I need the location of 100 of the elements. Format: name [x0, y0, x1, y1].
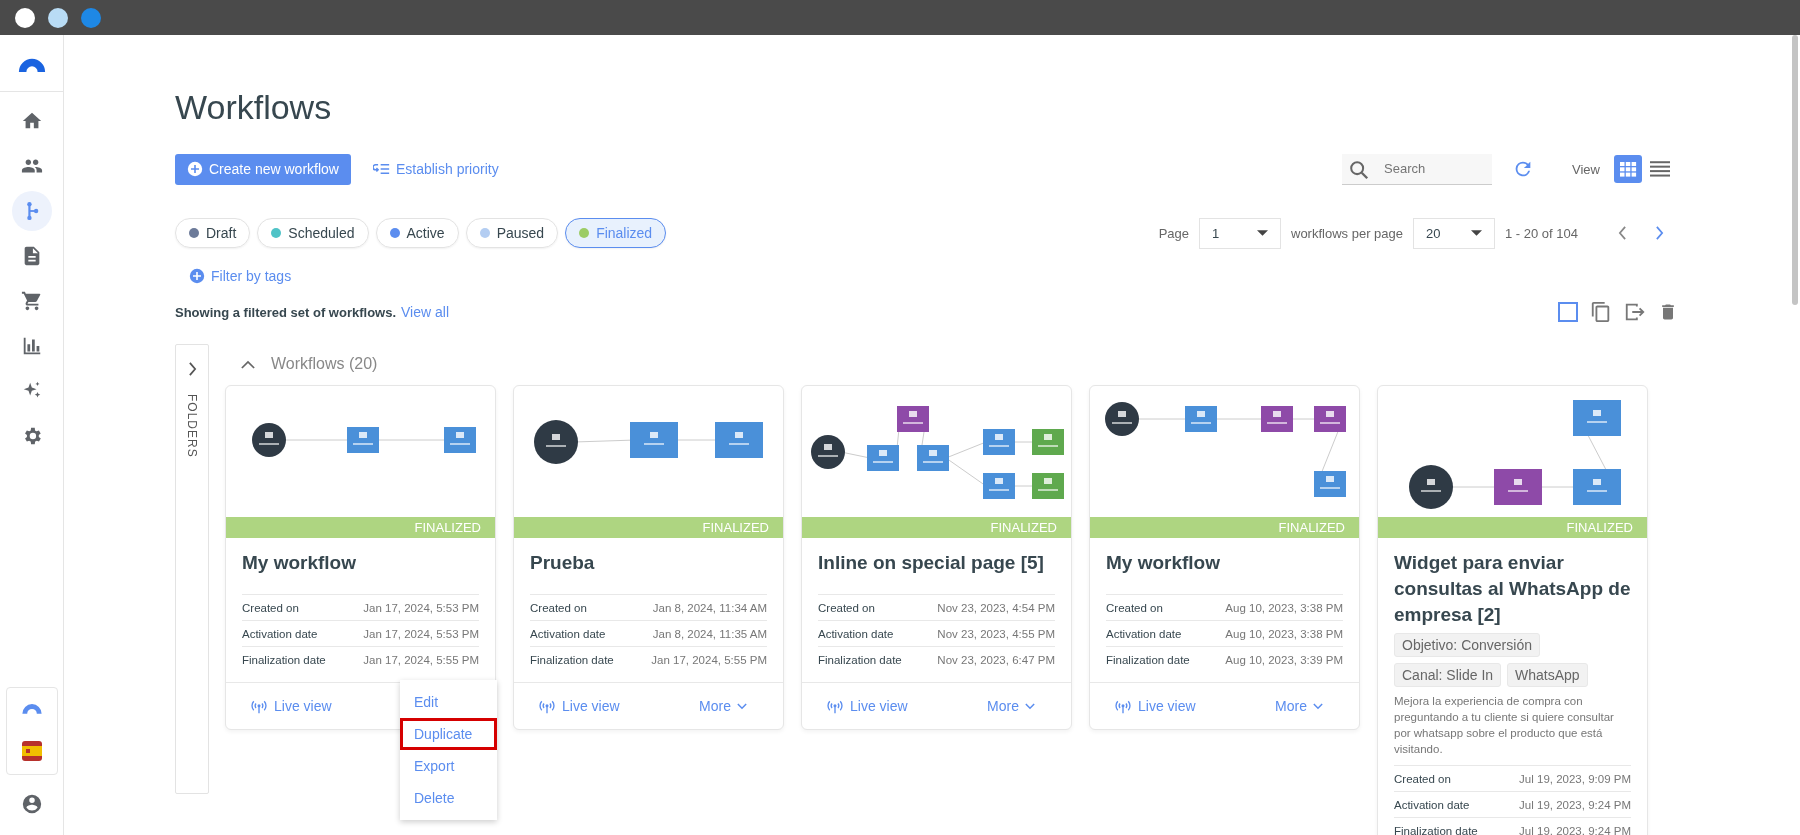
date-value: Nov 23, 2023, 4:54 PM [937, 601, 1055, 614]
date-label: Activation date [242, 627, 318, 640]
live-view-link[interactable]: Live view [1114, 698, 1196, 714]
next-page-icon[interactable] [1655, 226, 1664, 240]
live-view-link[interactable]: Live view [826, 698, 908, 714]
broadcast-icon [250, 698, 268, 714]
select-all-checkbox[interactable] [1558, 302, 1578, 322]
export-icon[interactable] [1624, 301, 1646, 323]
chevron-down-icon [1313, 702, 1323, 710]
broadcast-icon [1114, 698, 1132, 714]
date-label: Activation date [1394, 798, 1470, 811]
search-icon [1348, 158, 1371, 181]
status-label: FINALIZED [1278, 520, 1345, 535]
page-select[interactable]: 1 [1199, 217, 1281, 249]
previous-page-icon[interactable] [1618, 226, 1627, 240]
workflow-title: My workflow [1106, 551, 1221, 575]
date-label: Finalization date [1394, 824, 1478, 835]
page-range: 1 - 20 of 104 [1505, 225, 1578, 241]
workflow-card[interactable]: FINALIZED Prueba Created on Jan 8, 2024, 11:34 AM Activation date Jan 8, 2024, 11:35 AM Finalization date Jan 17, 2024, 5:55 PM Live view More [513, 385, 784, 730]
caret-icon [1257, 230, 1268, 236]
per-page-label: workflows per page [1291, 225, 1403, 241]
menu-item[interactable]: Duplicate [400, 718, 497, 750]
date-value: Jul 19, 2023, 9:09 PM [1519, 772, 1631, 785]
per-page-select[interactable]: 20 [1413, 217, 1495, 249]
grid-icon [1619, 160, 1637, 178]
date-label: Created on [1394, 772, 1451, 785]
date-value: Jan 8, 2024, 11:34 AM [652, 601, 767, 614]
status-label: FINALIZED [414, 520, 481, 535]
tag: Canal: Slide In [1394, 663, 1502, 687]
priority-icon [372, 163, 390, 175]
filter-by-tags-link[interactable]: Filter by tags [189, 263, 292, 289]
establish-priority-link[interactable]: Establish priority [372, 161, 499, 177]
live-view-link[interactable]: Live view [538, 698, 620, 714]
date-label: Created on [530, 601, 587, 614]
workflow-card[interactable]: FINALIZED Inline on special page [5] Created on Nov 23, 2023, 4:54 PM Activation date Nov 23, 2023, 4:55 PM Finalization date Nov 23, 2023, 6:47 PM Live view More [801, 385, 1072, 730]
more-menu-button[interactable]: More [987, 698, 1035, 714]
date-value: Jul 19, 2023, 9:24 PM [1519, 798, 1631, 811]
workflow-title: My workflow [242, 551, 357, 575]
page-label: Page [1158, 225, 1189, 241]
window-minimize-icon[interactable] [48, 7, 68, 28]
sidebar-item[interactable] [11, 191, 52, 231]
group-title: Workflows (20) [271, 355, 378, 373]
date-value: Jan 8, 2024, 11:35 AM [652, 627, 767, 640]
date-value: Aug 10, 2023, 3:38 PM [1225, 627, 1343, 640]
chevron-down-icon [737, 702, 747, 710]
view-label: View [1572, 161, 1600, 177]
more-menu-button[interactable]: More [1275, 698, 1323, 714]
cart-icon [20, 290, 43, 312]
caret-icon [1471, 230, 1482, 236]
date-value: Jan 17, 2024, 5:53 PM [363, 627, 479, 640]
copy-icon[interactable] [1590, 301, 1612, 323]
date-label: Finalization date [242, 653, 326, 666]
folders-label: FOLDERS [185, 394, 199, 458]
brand-logo-icon[interactable] [20, 701, 43, 715]
search-field[interactable]: Search [1342, 153, 1493, 185]
user-avatar-icon[interactable] [20, 793, 43, 815]
more-menu-button[interactable]: More [699, 698, 747, 714]
live-view-link[interactable]: Live view [250, 698, 332, 714]
chevron-down-icon [1025, 702, 1035, 710]
date-value: Nov 23, 2023, 6:47 PM [937, 653, 1055, 666]
date-value: Nov 23, 2023, 4:55 PM [937, 627, 1055, 640]
view-all-link[interactable]: View all [401, 304, 450, 320]
collapse-icon[interactable] [241, 359, 255, 369]
workflow-card[interactable]: FINALIZED My workflow Created on Aug 10, 2023, 3:38 PM Activation date Aug 10, 2023, 3:38 PM Finalization date Aug 10, 2023, 3:39 PM Live view More [1089, 385, 1360, 730]
workflow-title: Inline on special page [5] [818, 551, 1045, 575]
scrollbar-thumb[interactable] [1792, 35, 1798, 305]
folders-panel[interactable]: FOLDERS [175, 344, 209, 794]
status-label: FINALIZED [1566, 520, 1633, 535]
date-label: Created on [242, 601, 299, 614]
date-label: Finalization date [1106, 653, 1190, 666]
workflow-title: Prueba [530, 551, 596, 575]
menu-item[interactable]: Export [400, 750, 497, 782]
plus-icon [189, 268, 205, 284]
date-value: Aug 10, 2023, 3:39 PM [1225, 653, 1343, 666]
date-label: Created on [1106, 601, 1163, 614]
date-value: Aug 10, 2023, 3:38 PM [1225, 601, 1343, 614]
menu-item[interactable]: Delete [400, 782, 497, 814]
broadcast-icon [538, 698, 556, 714]
date-label: Activation date [1106, 627, 1182, 640]
tag: WhatsApp [1507, 663, 1588, 687]
workflow-card[interactable] [1377, 385, 1648, 835]
menu-item[interactable]: Edit [400, 686, 497, 718]
status-label: FINALIZED [990, 520, 1057, 535]
workflow-description: Mejora la experiencia de compra con preguntando a tu cliente si quiere consultar por whatsapp sobre el producto que está visitando. [1394, 694, 1615, 757]
date-label: Activation date [818, 627, 894, 640]
tag: Objetivo: Conversión [1394, 633, 1540, 657]
workflow-title: Widget para enviar consultas al WhatsApp de empresa [2] [1394, 551, 1631, 627]
page-title: Workflows [175, 87, 333, 127]
create-workflow-button[interactable]: Create new workflow [175, 153, 351, 185]
date-label: Activation date [530, 627, 606, 640]
broadcast-icon [826, 698, 844, 714]
grid-view-button[interactable] [1614, 155, 1642, 183]
date-label: Created on [818, 601, 875, 614]
filter-notice: Showing a filtered set of workflows. [175, 304, 397, 320]
window-close-icon[interactable] [15, 7, 35, 28]
list-icon [1650, 159, 1670, 179]
date-label: Finalization date [530, 653, 614, 666]
date-value: Jan 17, 2024, 5:55 PM [363, 653, 479, 666]
status-filter-chip[interactable]: Finalized [565, 218, 667, 248]
flag-icon[interactable] [21, 740, 42, 761]
